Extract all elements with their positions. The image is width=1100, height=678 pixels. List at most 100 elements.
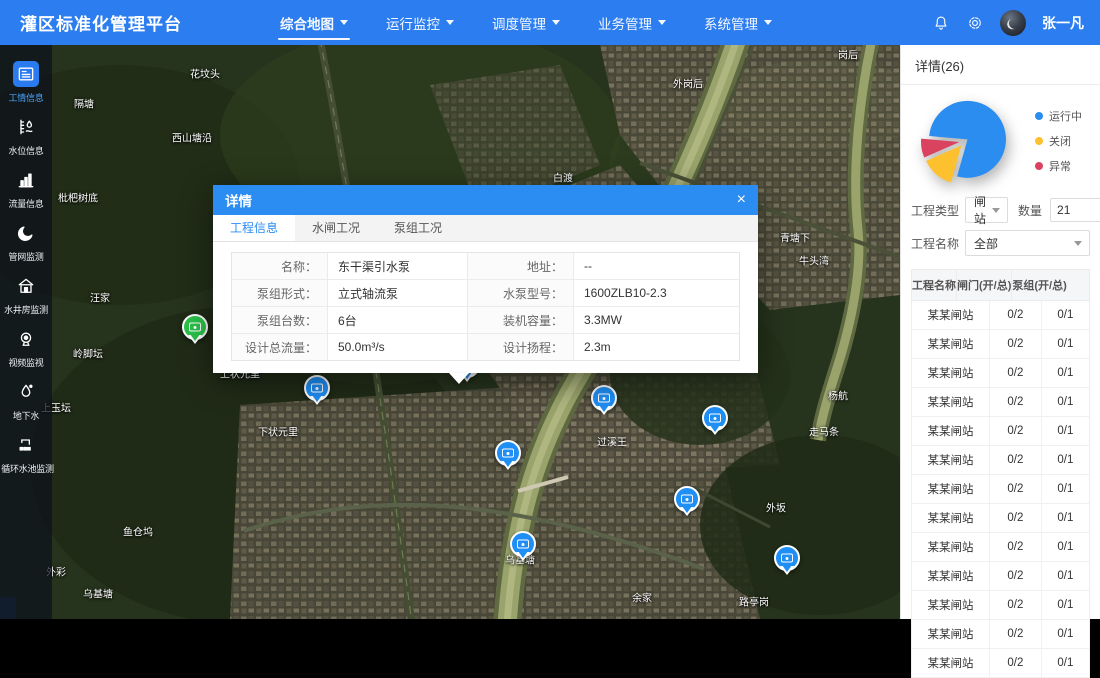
legend-dot-icon: [1035, 112, 1043, 120]
sluice-gate-glyph: [681, 495, 693, 504]
legend-dot-icon: [1035, 137, 1043, 145]
user-avatar[interactable]: [1000, 10, 1026, 36]
gear-icon[interactable]: [966, 14, 984, 32]
sidebar-item-label: 视频监视: [1, 355, 50, 368]
count-input[interactable]: [1050, 198, 1100, 222]
map-place-label: 外岗后: [673, 76, 703, 91]
map-place-label: 西山塘沿: [172, 130, 212, 145]
sidebar-item[interactable]: 循环水池监测: [0, 432, 52, 475]
close-icon[interactable]: ×: [737, 192, 746, 208]
table-row[interactable]: 某某闸站 0/2 0/1: [911, 533, 1090, 562]
sidebar-item[interactable]: 流量信息: [0, 167, 52, 210]
gate-station-pin-icon[interactable]: [774, 545, 800, 571]
gate-station-pin-icon[interactable]: [674, 486, 700, 512]
legend-item[interactable]: 运行中: [1035, 108, 1082, 124]
table-row[interactable]: 某某闸站 0/2 0/1: [911, 591, 1090, 620]
name-select[interactable]: 全部: [965, 230, 1090, 256]
map-place-label: 杨航: [828, 388, 848, 403]
pipe-network-icon: [13, 220, 39, 246]
station-name-cell: 某某闸站: [912, 388, 990, 416]
map-place-label: 乌基塘: [83, 586, 113, 601]
nav-menu-label: 运行监控: [386, 13, 440, 33]
chevron-down-icon: [658, 20, 666, 29]
left-sidebar: 工情信息 水位信息 流量信息 管网监测 水井房监测 视频监视 地下水: [0, 45, 52, 619]
station-table: 工程名称 闸门(开/总) 泵组(开/总) 某某闸站 0/2 0/1 某某闸站 0…: [911, 269, 1090, 678]
sidebar-item[interactable]: 水井房监测: [0, 273, 52, 316]
project-info-grid: 名称： 东干渠引水泵 地址： -- 泵组形式： 立式轴流泵 水泵型号： 1600…: [231, 252, 740, 361]
sidebar-item[interactable]: 水位信息: [0, 114, 52, 157]
cycle-pool-icon: [13, 432, 39, 458]
table-row[interactable]: 某某闸站 0/2 0/1: [911, 562, 1090, 591]
chevron-down-icon: [552, 20, 560, 29]
sidebar-item-label: 水井房监测: [1, 302, 50, 315]
gate-cell: 0/2: [990, 475, 1042, 503]
table-body: 某某闸站 0/2 0/1 某某闸站 0/2 0/1 某某闸站 0/2 0/1: [911, 301, 1090, 678]
table-row[interactable]: 某某闸站 0/2 0/1: [911, 504, 1090, 533]
type-filter-label: 工程类型: [911, 202, 959, 219]
pump-cell: 0/1: [1042, 301, 1089, 329]
chevron-down-icon: [764, 20, 772, 29]
gate-station-pin-icon[interactable]: [495, 440, 521, 466]
map-place-label: 下状元里: [258, 424, 298, 439]
station-name-cell: 某某闸站: [912, 301, 990, 329]
gate-cell: 0/2: [990, 301, 1042, 329]
table-row[interactable]: 某某闸站 0/2 0/1: [911, 330, 1090, 359]
gate-cell: 0/2: [990, 504, 1042, 532]
nav-menu-item[interactable]: 业务管理: [598, 0, 666, 45]
legend-label: 运行中: [1049, 108, 1082, 124]
field-label: 设计总流量：: [232, 334, 328, 360]
gate-cell: 0/2: [990, 620, 1042, 648]
modal-tab[interactable]: 工程信息: [213, 215, 295, 241]
gate-station-pin-icon[interactable]: [182, 314, 208, 340]
table-row[interactable]: 某某闸站 0/2 0/1: [911, 417, 1090, 446]
table-row[interactable]: 某某闸站 0/2 0/1: [911, 446, 1090, 475]
map-place-label: 青塘下: [780, 230, 810, 245]
nav-menu-item[interactable]: 系统管理: [704, 0, 772, 45]
nav-menu-item[interactable]: 综合地图: [280, 0, 348, 45]
nav-menu-label: 综合地图: [280, 13, 334, 33]
type-select[interactable]: 闸站: [965, 197, 1008, 223]
sidebar-item-label: 循环水池监测: [1, 461, 50, 474]
gate-station-pin-icon[interactable]: [304, 375, 330, 401]
gate-cell: 0/2: [990, 359, 1042, 387]
field-value: 东干渠引水泵: [328, 253, 468, 279]
sidebar-item[interactable]: 地下水: [0, 379, 52, 422]
nav-menu-item[interactable]: 运行监控: [386, 0, 454, 45]
detail-popover: 详情 × 工程信息 水闸工况 泵组工况 名称： 东干渠引水泵 地址： -- 泵组…: [213, 185, 758, 373]
table-row[interactable]: 某某闸站 0/2 0/1: [911, 388, 1090, 417]
legend-item[interactable]: 关闭: [1035, 133, 1082, 149]
gate-cell: 0/2: [990, 388, 1042, 416]
status-pie-chart: 运行中 关闭 异常: [901, 85, 1100, 193]
map-place-label: 外坂: [766, 500, 786, 515]
table-row[interactable]: 某某闸站 0/2 0/1: [911, 649, 1090, 678]
modal-tab[interactable]: 水闸工况: [295, 215, 377, 241]
sidebar-item[interactable]: 视频监视: [0, 326, 52, 369]
station-name-cell: 某某闸站: [912, 649, 990, 677]
sidebar-item[interactable]: 工情信息: [0, 61, 52, 104]
field-label: 设计扬程：: [468, 334, 574, 360]
main-menu: 综合地图 运行监控 调度管理 业务管理 系统管理: [280, 0, 772, 45]
field-label: 泵组台数：: [232, 307, 328, 333]
table-row[interactable]: 某某闸站 0/2 0/1: [911, 475, 1090, 504]
station-name-cell: 某某闸站: [912, 446, 990, 474]
table-row[interactable]: 某某闸站 0/2 0/1: [911, 301, 1090, 330]
table-header: 工程名称 闸门(开/总) 泵组(开/总): [911, 269, 1090, 301]
sluice-gate-glyph: [517, 540, 529, 549]
gate-station-pin-icon[interactable]: [591, 385, 617, 411]
bell-icon[interactable]: [932, 14, 950, 32]
user-name[interactable]: 张一凡: [1042, 13, 1084, 33]
field-value: 立式轴流泵: [328, 280, 468, 306]
table-row[interactable]: 某某闸站 0/2 0/1: [911, 359, 1090, 388]
modal-tab[interactable]: 泵组工况: [377, 215, 459, 241]
gate-station-pin-icon[interactable]: [702, 405, 728, 431]
legend-item[interactable]: 异常: [1035, 158, 1082, 174]
gate-station-pin-icon[interactable]: [510, 531, 536, 557]
nav-menu-item[interactable]: 调度管理: [492, 0, 560, 45]
table-row[interactable]: 某某闸站 0/2 0/1: [911, 620, 1090, 649]
table-header-cell: 闸门(开/总): [957, 270, 1012, 300]
sidebar-item[interactable]: 管网监测: [0, 220, 52, 263]
station-name-cell: 某某闸站: [912, 330, 990, 358]
video-monitor-icon: [13, 326, 39, 352]
legend-dot-icon: [1035, 162, 1043, 170]
form-row: 设计总流量： 50.0m³/s 设计扬程： 2.3m: [232, 334, 739, 360]
